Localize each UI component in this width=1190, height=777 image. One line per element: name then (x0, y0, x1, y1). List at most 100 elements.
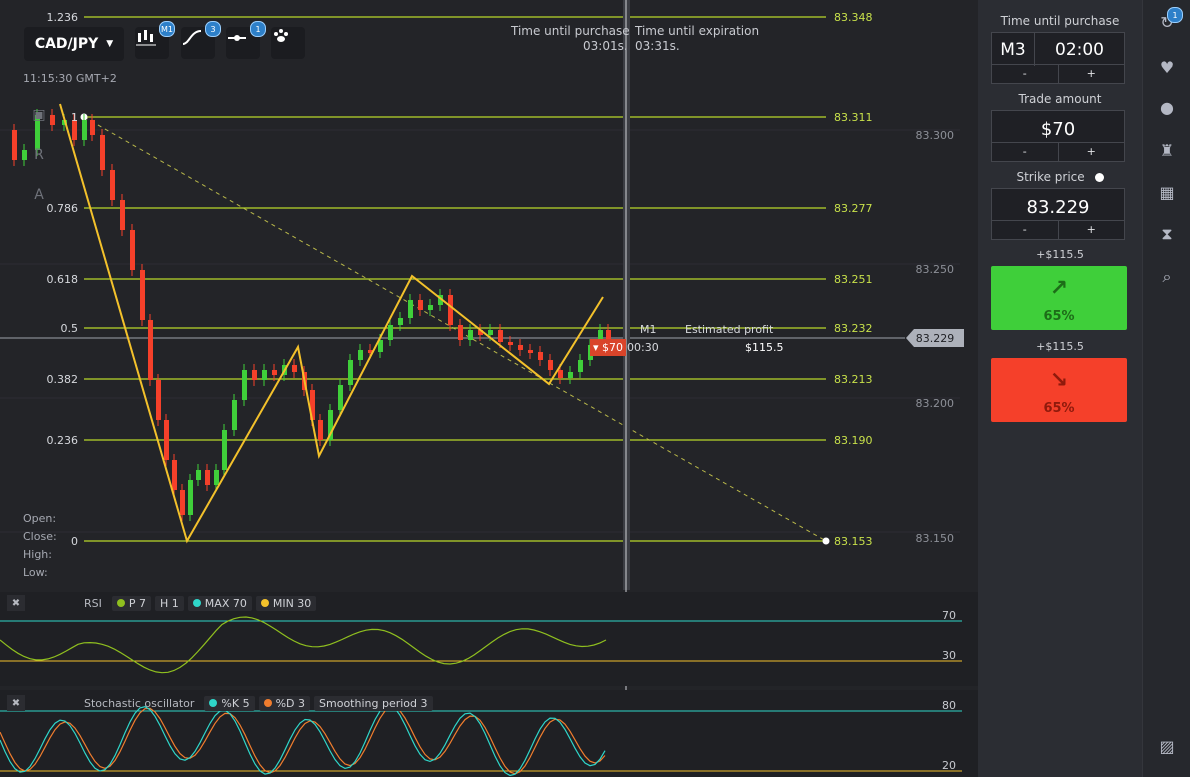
put-button[interactable]: ↘ 65% (991, 358, 1127, 422)
candle (578, 360, 583, 372)
strike-price-label: Strike price (1016, 170, 1085, 184)
pulse-icon[interactable]: ♥ (1155, 55, 1179, 79)
chevron-down-icon: ▼ (106, 39, 114, 49)
stochastic-title: Stochastic oscillator (84, 696, 195, 710)
candle (408, 300, 413, 318)
amount-minus-button[interactable]: - (992, 143, 1059, 161)
community-icon[interactable]: ● (1155, 95, 1179, 119)
candle (272, 370, 277, 375)
ohlc-low: Low: (23, 566, 48, 579)
history-icon[interactable]: ↻ 1 (1155, 7, 1183, 34)
fib-ratio-label: 0.786 (46, 202, 79, 215)
max-color-dot (192, 599, 201, 607)
trophy-icon[interactable]: ♜ (1155, 138, 1179, 162)
indicators-button[interactable]: 3 (181, 21, 221, 59)
time-until-purchase-label: Time until purchase (1000, 14, 1120, 28)
rsi-min: MIN 30 (272, 596, 312, 610)
paw-icon (274, 29, 288, 42)
estimated-profit-label: Estimated profit (685, 323, 774, 336)
candle (518, 345, 523, 350)
line-tool-icon (228, 35, 246, 41)
amount-plus-button[interactable]: + (1059, 143, 1125, 161)
purchase-timer-label: Time until purchase (511, 24, 630, 38)
stochastic-header: ✖ Stochastic oscillator %K 5 %D 3 Smooth… (7, 695, 433, 711)
arrow-down-right-icon: ↘ (1049, 368, 1069, 393)
stoch-smoothing-chip[interactable]: Smoothing period 3 (314, 695, 433, 711)
stoch-k-chip[interactable]: %K 5 (204, 695, 255, 711)
call-button[interactable]: ↗ 65% (991, 266, 1127, 330)
fib-ratio-label: 0.5 (60, 322, 79, 335)
down-profit-label: +$115.5 (1036, 340, 1084, 353)
candle (348, 360, 353, 385)
time-plus-button[interactable]: + (1059, 65, 1125, 83)
rsi-min-chip[interactable]: MIN 30 (255, 595, 317, 611)
keyboard-icon[interactable]: ▦ (1155, 180, 1179, 204)
rsi-tf: H 1 (160, 596, 179, 610)
candle (222, 430, 227, 470)
candle (110, 170, 115, 200)
strike-price-value[interactable]: 83.229 (992, 197, 1124, 218)
strike-plus-button[interactable]: + (1059, 221, 1125, 239)
candle (292, 365, 297, 372)
min-color-dot (260, 599, 269, 607)
candle (180, 490, 185, 515)
drawings-button[interactable]: 1 (226, 21, 266, 59)
rsi-period-chip[interactable]: P 7 (111, 595, 152, 611)
candles-icon (136, 30, 156, 46)
trade-timeframe: M1 (640, 323, 657, 336)
price-chart[interactable] (0, 0, 978, 777)
rsi-tf-chip[interactable]: H 1 (155, 595, 184, 611)
candle (358, 350, 363, 360)
fib-price-label: 83.311 (834, 111, 873, 124)
candle (205, 470, 210, 485)
candle (148, 320, 153, 380)
zoom-icon[interactable]: ⌕ (1155, 265, 1179, 289)
candle (388, 325, 393, 340)
reset-button[interactable]: R (26, 142, 52, 168)
strike-minus-button[interactable]: - (992, 221, 1059, 239)
candle (172, 460, 177, 490)
d-color-dot (263, 699, 272, 707)
stoch-d-chip[interactable]: %D 3 (258, 695, 311, 711)
social-button[interactable] (271, 27, 305, 59)
drawings-badge: 1 (250, 21, 266, 37)
expiration-time-control[interactable]: M3 02:00 - + (991, 32, 1125, 84)
stoch-k: %K 5 (221, 696, 250, 710)
candle (398, 318, 403, 325)
trade-amount-control[interactable]: $70 - + (991, 110, 1125, 162)
strike-toggle[interactable] (1094, 173, 1104, 182)
image-icon[interactable]: ▨ (1155, 734, 1179, 758)
fib-price-label: 83.232 (834, 322, 873, 335)
chart-type-button[interactable]: M1 (135, 21, 175, 59)
rsi-max-chip[interactable]: MAX 70 (187, 595, 252, 611)
candle (130, 230, 135, 270)
candle (548, 360, 553, 370)
candle (262, 370, 267, 380)
candle (252, 370, 257, 380)
hourglass-icon[interactable]: ⧗ (1155, 222, 1179, 246)
price-axis-tick: 83.300 (915, 129, 955, 142)
candle (90, 120, 95, 135)
trade-amount-value[interactable]: $70 (992, 119, 1124, 140)
rsi-header: ✖ RSI P 7 H 1 MAX 70 MIN 30 (7, 595, 317, 611)
expiration-time-value[interactable]: 02:00 (1035, 33, 1124, 66)
history-badge: 1 (1167, 7, 1183, 23)
fib-price-label: 83.251 (834, 273, 873, 286)
candle (428, 305, 433, 310)
strike-price-control[interactable]: 83.229 - + (991, 188, 1125, 240)
rsi-axis-low: 30 (942, 649, 956, 662)
close-icon[interactable]: ✖ (7, 695, 25, 711)
rsi-title: RSI (84, 596, 102, 610)
k-color-dot (209, 699, 218, 707)
symbol-selector[interactable]: CAD/JPY ▼ (24, 27, 124, 61)
candle (488, 330, 493, 335)
candle (100, 135, 105, 170)
time-minus-button[interactable]: - (992, 65, 1059, 83)
fib-ratio-label: 1 (71, 111, 78, 124)
expiration-timeframe[interactable]: M3 (992, 33, 1035, 66)
candle (318, 420, 323, 440)
chart-area[interactable]: CAD/JPY ▼ M1 3 1 11:15:30 GMT+2 ▣ R A Ope… (0, 0, 978, 777)
close-icon[interactable]: ✖ (7, 595, 25, 611)
candle (528, 350, 533, 353)
open-trade-marker[interactable]: ▾ $70 (590, 339, 626, 356)
